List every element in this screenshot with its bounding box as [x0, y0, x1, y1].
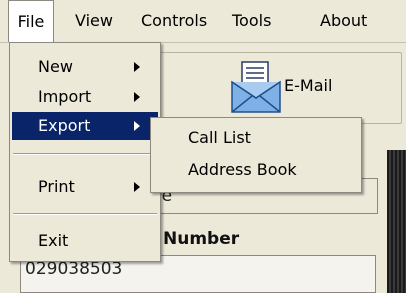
email-label: E-Mail — [284, 76, 333, 95]
submenu-item-address-book[interactable]: Address Book — [153, 156, 359, 184]
menu-bar: File View Controls Tools About — [0, 0, 406, 43]
email-button[interactable]: E-Mail — [228, 58, 368, 118]
submenu-arrow-icon — [134, 92, 140, 102]
submenu-arrow-icon — [134, 62, 140, 72]
menu-file[interactable]: File — [8, 0, 54, 42]
file-menu: New Import Export Print Exit — [9, 42, 161, 262]
menu-about[interactable]: About — [320, 0, 367, 42]
submenu-item-label: Address Book — [188, 160, 297, 179]
submenu-arrow-icon — [134, 182, 140, 192]
menu-item-label: Import — [38, 87, 92, 106]
menu-tools[interactable]: Tools — [232, 0, 271, 42]
menu-view[interactable]: View — [75, 0, 113, 42]
menu-item-import[interactable]: Import — [12, 83, 158, 111]
email-icon — [231, 61, 281, 113]
menu-item-exit[interactable]: Exit — [12, 227, 158, 255]
menu-item-export[interactable]: Export — [12, 112, 158, 140]
menu-item-label: Exit — [38, 231, 69, 250]
export-submenu: Call List Address Book — [150, 117, 362, 193]
menu-item-print[interactable]: Print — [12, 173, 158, 201]
menu-item-new[interactable]: New — [12, 53, 158, 81]
submenu-item-call-list[interactable]: Call List — [153, 124, 359, 152]
menu-separator — [13, 153, 157, 155]
menu-separator — [13, 213, 157, 215]
menu-item-label: Export — [38, 116, 91, 135]
dark-panel — [387, 150, 406, 293]
menu-controls[interactable]: Controls — [141, 0, 207, 42]
menu-item-label: Print — [38, 177, 75, 196]
submenu-arrow-icon — [134, 121, 140, 131]
submenu-item-label: Call List — [188, 128, 251, 147]
number-label: Number — [163, 229, 240, 249]
menu-item-label: New — [38, 57, 73, 76]
